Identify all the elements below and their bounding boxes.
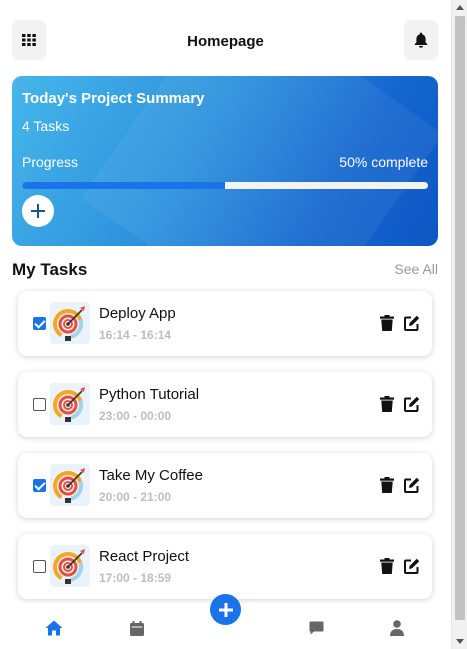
task-time: 16:14 - 16:14 [99, 328, 172, 342]
task-card[interactable]: Take My Coffee 20:00 - 21:00 [18, 453, 432, 518]
delete-task-button[interactable] [380, 315, 394, 336]
task-card[interactable]: Deploy App 16:14 - 16:14 [18, 291, 432, 356]
progress-value: 50% complete [339, 154, 428, 170]
plus-icon [31, 204, 45, 218]
edit-task-button[interactable] [404, 315, 420, 336]
calendar-icon [130, 620, 144, 636]
task-thumbnail [50, 464, 90, 506]
edit-task-button[interactable] [404, 477, 420, 498]
task-thumbnail [50, 383, 90, 425]
summary-title: Today's Project Summary [22, 90, 205, 107]
trash-icon [380, 558, 394, 574]
edit-icon [404, 558, 420, 574]
app-root: Homepage Today's Project Summary 4 Tasks… [0, 0, 451, 649]
task-time: 23:00 - 00:00 [99, 409, 172, 423]
summary-add-button[interactable] [22, 195, 54, 227]
my-tasks-heading: My Tasks [12, 260, 88, 279]
delete-task-button[interactable] [380, 396, 394, 417]
progress-bar-fill [22, 182, 225, 189]
delete-task-button[interactable] [380, 477, 394, 498]
home-icon [45, 620, 63, 636]
task-thumbnail [50, 545, 90, 587]
edit-icon [404, 477, 420, 493]
project-summary-card: Today's Project Summary 4 Tasks Progress… [12, 76, 438, 246]
task-checkbox[interactable] [33, 479, 46, 492]
target-icon [53, 549, 85, 584]
page-scrollbar[interactable] [451, 0, 467, 649]
task-thumbnail [50, 302, 90, 344]
task-name: Take My Coffee [99, 467, 203, 484]
scroll-up-arrow[interactable] [456, 5, 464, 10]
user-icon [390, 620, 404, 636]
task-time: 17:00 - 18:59 [99, 571, 172, 585]
bell-icon [414, 32, 428, 48]
delete-task-button[interactable] [380, 558, 394, 579]
edit-task-button[interactable] [404, 396, 420, 417]
nav-add-button[interactable] [210, 594, 241, 625]
nav-home[interactable] [44, 618, 64, 638]
task-time: 20:00 - 21:00 [99, 490, 172, 504]
task-card[interactable]: React Project 17:00 - 18:59 [18, 534, 432, 599]
task-name: Deploy App [99, 305, 176, 322]
task-checkbox[interactable] [33, 317, 46, 330]
task-checkbox[interactable] [33, 398, 46, 411]
edit-icon [404, 396, 420, 412]
edit-icon [404, 315, 420, 331]
progress-label: Progress [22, 154, 79, 170]
see-all-link[interactable]: See All [394, 261, 438, 277]
trash-icon [380, 396, 394, 412]
nav-calendar[interactable] [127, 618, 147, 638]
trash-icon [380, 315, 394, 331]
progress-bar [22, 182, 428, 189]
page-title: Homepage [187, 33, 264, 50]
scroll-down-arrow[interactable] [456, 639, 464, 644]
header: Homepage [0, 0, 451, 76]
nav-chat[interactable] [306, 618, 326, 638]
scroll-thumb[interactable] [455, 16, 465, 620]
target-icon [53, 387, 85, 422]
target-icon [53, 306, 85, 341]
task-name: Python Tutorial [99, 386, 200, 403]
task-checkbox[interactable] [33, 560, 46, 573]
notifications-button[interactable] [404, 20, 438, 60]
chat-icon [309, 621, 323, 635]
target-icon [53, 468, 85, 503]
edit-task-button[interactable] [404, 558, 420, 579]
trash-icon [380, 477, 394, 493]
summary-task-count: 4 Tasks [22, 118, 70, 134]
nav-profile[interactable] [387, 618, 407, 638]
task-card[interactable]: Python Tutorial 23:00 - 00:00 [18, 372, 432, 437]
task-name: React Project [99, 548, 190, 565]
add-icon [218, 602, 233, 617]
